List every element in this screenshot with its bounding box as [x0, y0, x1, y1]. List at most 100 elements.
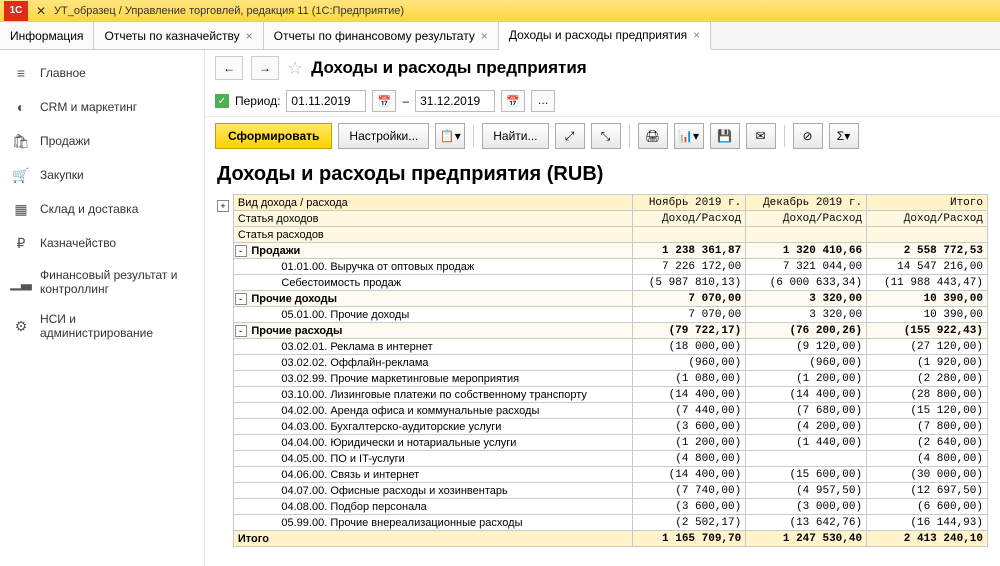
run-button[interactable]: Сформировать — [215, 123, 332, 149]
expand-toggle[interactable]: - — [233, 243, 247, 259]
tree-expand-button[interactable]: + — [217, 200, 229, 212]
expand-toggle[interactable]: - — [233, 291, 247, 307]
sum-button[interactable]: Σ▾ — [829, 123, 859, 149]
cell-value: 11 988 443,47 — [867, 275, 988, 291]
tree-column: + — [217, 194, 233, 547]
cell-value: 15 120,00 — [867, 403, 988, 419]
close-icon[interactable]: × — [693, 28, 700, 42]
total-dec: 1 247 530,40 — [746, 531, 867, 547]
col-expense-article: Статья расходов — [233, 227, 632, 243]
separator — [629, 125, 630, 147]
row-label: 04.04.00. Юридически и нотариальные услу… — [247, 435, 632, 451]
expand-toggle — [233, 387, 247, 403]
calendar-from-icon[interactable]: 📅 — [372, 90, 396, 112]
print-button[interactable]: 🖨 — [638, 123, 668, 149]
table-row: 04.08.00. Подбор персонала3 600,003 000,… — [233, 499, 987, 515]
settings-button[interactable]: Настройки... — [338, 123, 429, 149]
tab-label: Доходы и расходы предприятия — [509, 28, 687, 42]
table-row: -Прочие доходы7 070,003 320,0010 390,00 — [233, 291, 987, 307]
tab-0[interactable]: Информация — [0, 22, 94, 49]
tab-3[interactable]: Доходы и расходы предприятия × — [499, 22, 711, 50]
expand-icon[interactable]: ⤢ — [555, 123, 585, 149]
sidebar-item-7[interactable]: ⚙НСИ и администрирование — [0, 304, 204, 348]
sidebar-icon: 🛍 — [12, 132, 30, 150]
period-row: ✓ Период: 📅 – 📅 … — [205, 86, 1000, 116]
row-label: Прочие расходы — [247, 323, 632, 339]
cell-value: 3 600,00 — [632, 499, 745, 515]
close-icon[interactable]: × — [481, 29, 488, 43]
sidebar-label: Казначейство — [40, 236, 116, 250]
cell-value: 1 238 361,87 — [632, 243, 745, 259]
cell-value: 960,00 — [632, 355, 745, 371]
row-label: 04.08.00. Подбор персонала — [247, 499, 632, 515]
table-row: 03.10.00. Лизинговые платежи по собствен… — [233, 387, 987, 403]
cell-value: 7 070,00 — [632, 307, 745, 323]
tab-2[interactable]: Отчеты по финансовому результату × — [264, 22, 499, 49]
cell-value: 960,00 — [746, 355, 867, 371]
sidebar-item-4[interactable]: ▦Склад и доставка — [0, 192, 204, 226]
cell-value: 10 390,00 — [867, 307, 988, 323]
period-more-button[interactable]: … — [531, 90, 555, 112]
cell-value: 7 226 172,00 — [632, 259, 745, 275]
date-from-input[interactable] — [286, 90, 366, 112]
col-sub: Доход/Расход — [867, 211, 988, 227]
cell-value: 2 280,00 — [867, 371, 988, 387]
expand-toggle — [233, 339, 247, 355]
cell-value: 1 320 410,66 — [746, 243, 867, 259]
expand-toggle[interactable]: - — [233, 323, 247, 339]
find-button[interactable]: Найти... — [482, 123, 548, 149]
row-label: 03.10.00. Лизинговые платежи по собствен… — [247, 387, 632, 403]
col-income-article: Статья доходов — [233, 211, 632, 227]
cell-value: 4 800,00 — [867, 451, 988, 467]
sidebar-item-2[interactable]: 🛍Продажи — [0, 124, 204, 158]
sidebar-item-5[interactable]: ₽Казначейство — [0, 226, 204, 260]
table-row: 04.03.00. Бухгалтерско-аудиторские услуг… — [233, 419, 987, 435]
calendar-to-icon[interactable]: 📅 — [501, 90, 525, 112]
table-row: 04.07.00. Офисные расходы и хозинвентарь… — [233, 483, 987, 499]
expand-toggle — [233, 259, 247, 275]
period-dash: – — [402, 94, 409, 108]
sidebar-item-3[interactable]: 🛒Закупки — [0, 158, 204, 192]
cell-value: 2 558 772,53 — [867, 243, 988, 259]
close-icon[interactable]: × — [246, 29, 253, 43]
mail-button[interactable]: ✉ — [746, 123, 776, 149]
date-to-input[interactable] — [415, 90, 495, 112]
copy-button[interactable]: 📋▾ — [435, 123, 465, 149]
cell-value: 7 740,00 — [632, 483, 745, 499]
forward-button[interactable]: → — [251, 56, 279, 80]
expand-toggle — [233, 403, 247, 419]
cell-value: 1 200,00 — [746, 371, 867, 387]
row-label: Себестоимость продаж — [247, 275, 632, 291]
sidebar-label: Главное — [40, 66, 86, 80]
report-toolbar: Сформировать Настройки... 📋▾ Найти... ⤢ … — [205, 116, 1000, 155]
cell-value: 3 000,00 — [746, 499, 867, 515]
table-row: 04.02.00. Аренда офиса и коммунальные ра… — [233, 403, 987, 419]
chart-button[interactable]: 📊▾ — [674, 123, 704, 149]
row-label: Продажи — [247, 243, 632, 259]
sidebar-label: Склад и доставка — [40, 202, 138, 216]
close-icon[interactable]: ✕ — [32, 4, 50, 18]
cell-value: 12 697,50 — [867, 483, 988, 499]
tab-1[interactable]: Отчеты по казначейству× — [94, 22, 263, 49]
sidebar-item-6[interactable]: ▁▃Финансовый результат и контроллинг — [0, 260, 204, 304]
cell-value: 1 200,00 — [632, 435, 745, 451]
sidebar-item-1[interactable]: ◐CRM и маркетинг — [0, 90, 204, 124]
report: Доходы и расходы предприятия (RUB) + Вид… — [205, 155, 1000, 555]
save-button[interactable]: 💾 — [710, 123, 740, 149]
sidebar-item-0[interactable]: ≡Главное — [0, 56, 204, 90]
star-icon[interactable]: ☆ — [287, 58, 303, 79]
cell-value: 155 922,43 — [867, 323, 988, 339]
cell-value: 6 600,00 — [867, 499, 988, 515]
filter-button[interactable]: ⊘ — [793, 123, 823, 149]
period-checkbox[interactable]: ✓ — [215, 94, 229, 108]
back-button[interactable]: ← — [215, 56, 243, 80]
expand-toggle — [233, 275, 247, 291]
table-row: -Прочие расходы79 722,1776 200,26155 922… — [233, 323, 987, 339]
sidebar-label: Финансовый результат и контроллинг — [40, 268, 192, 296]
cell-value: 4 200,00 — [746, 419, 867, 435]
cell-value — [746, 451, 867, 467]
tab-label: Отчеты по финансовому результату — [274, 29, 475, 43]
expand-toggle — [233, 467, 247, 483]
table-row: 04.05.00. ПО и IT-услуги4 800,004 800,00 — [233, 451, 987, 467]
collapse-icon[interactable]: ⤡ — [591, 123, 621, 149]
